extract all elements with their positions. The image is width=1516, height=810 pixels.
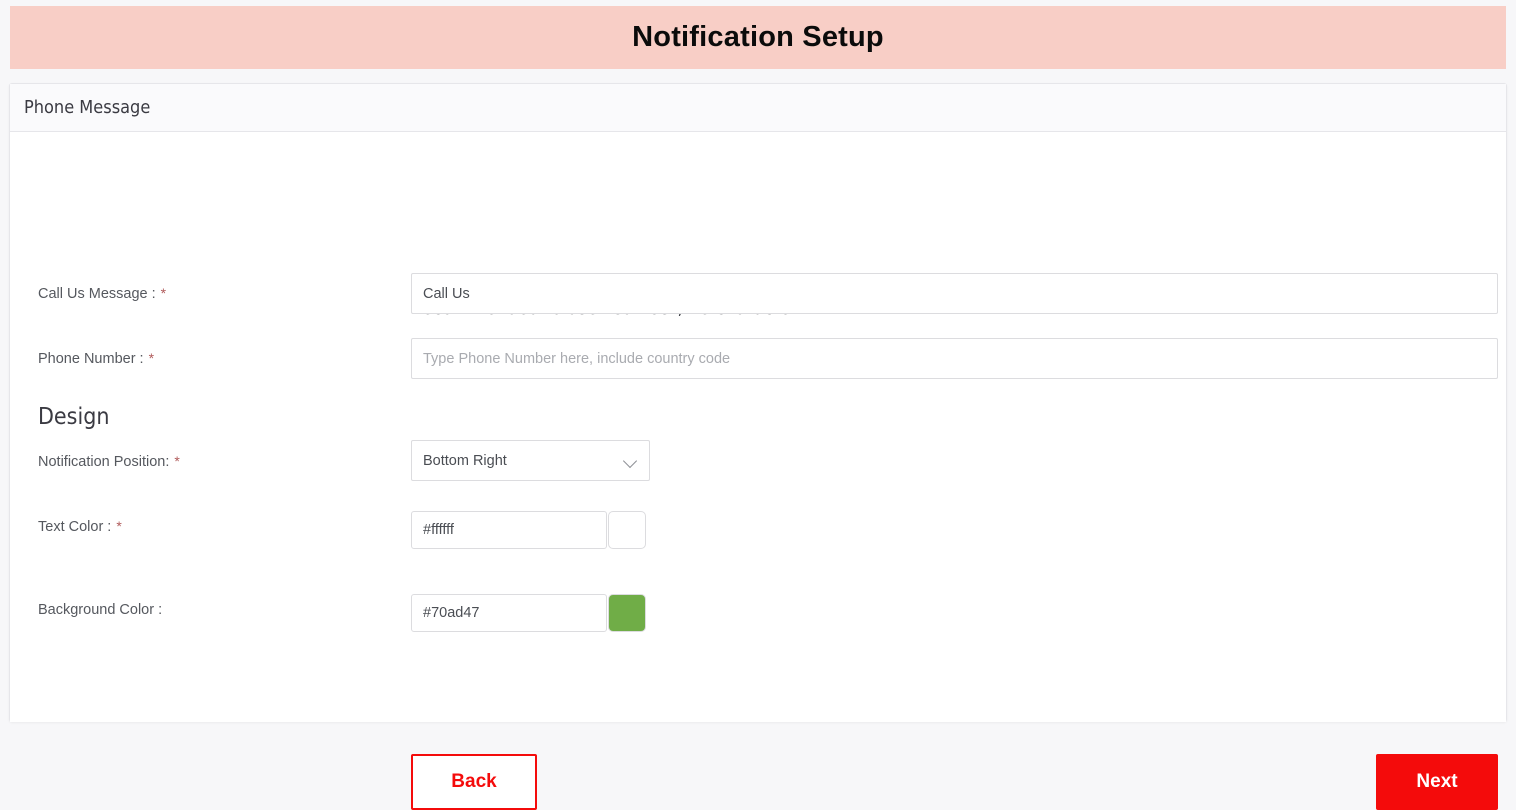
background-color-label: Background Color : — [38, 601, 167, 618]
notification-position-label-text: Notification Position: — [38, 454, 170, 470]
chevron-down-icon — [624, 456, 638, 465]
next-button[interactable]: Next — [1376, 754, 1498, 810]
page-root: Notification Setup Phone Message Recomme… — [0, 0, 1516, 810]
background-color-input[interactable] — [411, 594, 607, 632]
page-title-banner: Notification Setup — [10, 6, 1506, 69]
call-us-message-required-asterisk: * — [160, 285, 167, 301]
text-color-swatch[interactable] — [608, 511, 646, 549]
phone-number-label: Phone Number : * — [38, 350, 154, 367]
text-color-field-group — [411, 511, 646, 549]
text-color-label: Text Color : * — [38, 518, 122, 535]
background-color-field-group — [411, 594, 646, 632]
text-color-input[interactable] — [411, 511, 607, 549]
page-title: Notification Setup — [632, 21, 884, 53]
phone-number-input[interactable] — [411, 338, 1498, 379]
notification-position-selected-value: Bottom Right — [423, 452, 507, 469]
card-body: Recommended to use "Call Us", 16 charact… — [10, 132, 1506, 810]
back-button[interactable]: Back — [411, 754, 537, 810]
card-header: Phone Message — [10, 84, 1506, 132]
card-header-title: Phone Message — [24, 97, 151, 118]
design-section-heading: Design — [38, 404, 110, 430]
call-us-message-label-text: Call Us Message : — [38, 286, 156, 302]
notification-position-select[interactable]: Bottom Right — [411, 440, 650, 481]
notification-position-label: Notification Position: * — [38, 453, 180, 470]
phone-number-required-asterisk: * — [148, 350, 155, 366]
call-us-message-label: Call Us Message : * — [38, 285, 166, 302]
notification-position-required-asterisk: * — [174, 453, 180, 469]
background-color-label-text: Background Color : — [38, 602, 163, 618]
text-color-label-text: Text Color : — [38, 519, 112, 535]
phone-number-label-text: Phone Number : — [38, 351, 144, 367]
background-color-swatch[interactable] — [608, 594, 646, 632]
call-us-message-input[interactable] — [411, 273, 1498, 314]
text-color-required-asterisk: * — [116, 518, 122, 534]
phone-message-card: Phone Message Recommended to use "Call U… — [9, 83, 1507, 810]
